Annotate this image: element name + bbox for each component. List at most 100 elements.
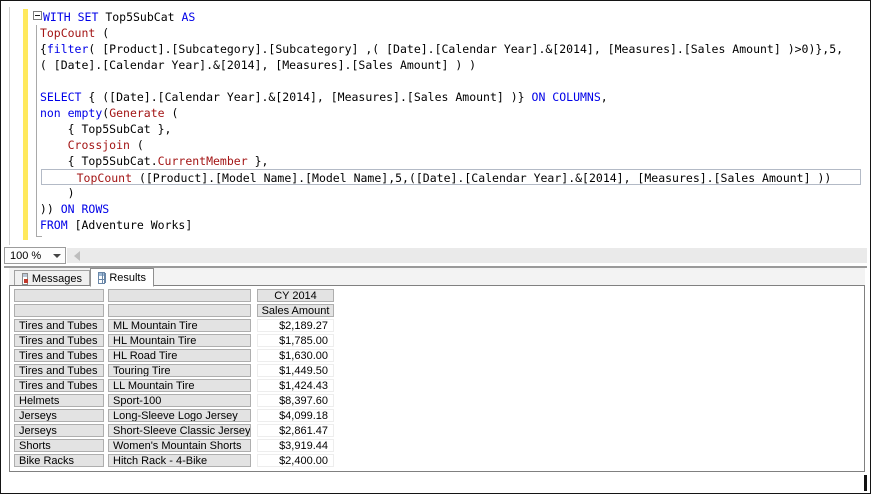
- grid-row-header-cell[interactable]: Bike Racks: [14, 454, 104, 467]
- code-line[interactable]: SELECT { ([Date].[Calendar Year].&[2014]…: [33, 89, 865, 105]
- grid-corner-cell[interactable]: [14, 304, 104, 317]
- grid-header-row: Sales Amount: [10, 304, 864, 319]
- grid-row-header-cell[interactable]: Tires and Tubes: [14, 364, 104, 377]
- horizontal-scrollbar[interactable]: [67, 248, 867, 263]
- grid-column-header[interactable]: CY 2014: [257, 289, 334, 302]
- code-token: (: [95, 26, 110, 40]
- fold-region-line-end: [36, 236, 42, 237]
- grid-row-header-cell[interactable]: Women's Mountain Shorts: [108, 439, 251, 452]
- code-line[interactable]: )) ON ROWS: [33, 201, 865, 217]
- grid-value-cell[interactable]: $2,861.47: [257, 424, 334, 437]
- grid-row-header-cell[interactable]: Tires and Tubes: [14, 379, 104, 392]
- grid-data-row: Bike Racks Hitch Rack - 4-Bike $2,400.00: [10, 454, 864, 469]
- grid-row-header-cell[interactable]: Tires and Tubes: [14, 334, 104, 347]
- grid-data-row: Jerseys Short-Sleeve Classic Jersey $2,861…: [10, 424, 864, 439]
- grid-row-header-cell[interactable]: Shorts: [14, 439, 104, 452]
- code-token: AS: [181, 10, 196, 24]
- grid-data-row: Helmets Sport-100 $8,397.60: [10, 394, 864, 409]
- grid-row-header-cell[interactable]: Sport-100: [108, 394, 251, 407]
- grid-row-header-cell[interactable]: Long-Sleeve Logo Jersey: [108, 409, 251, 422]
- grid-row-header-cell[interactable]: Jerseys: [14, 409, 104, 422]
- grid-value-cell[interactable]: $3,919.44: [257, 439, 334, 452]
- grid-value-cell[interactable]: $1,424.43: [257, 379, 334, 392]
- code-line[interactable]: ): [33, 185, 865, 201]
- grid-row-header-cell[interactable]: Touring Tire: [108, 364, 251, 377]
- code-token: { ([Date].[Calendar Year].&[2014], [Meas…: [81, 90, 532, 104]
- grid-row-header-cell[interactable]: Tires and Tubes: [14, 319, 104, 332]
- code-line[interactable]: [33, 73, 865, 89]
- code-token: { Top5SubCat },: [33, 122, 172, 136]
- tab-messages-label: Messages: [31, 273, 82, 285]
- mdx-editor[interactable]: WITH SET Top5SubCat AS TopCount ( {filte…: [9, 7, 867, 245]
- grid-data-row: Tires and Tubes ML Mountain Tire $2,189.27: [10, 319, 864, 334]
- code-token: ON ROWS: [60, 202, 110, 216]
- code-line[interactable]: WITH SET Top5SubCat AS: [33, 9, 865, 25]
- grid-row-header-cell[interactable]: Hitch Rack - 4-Bike: [108, 454, 251, 467]
- grid-value-cell[interactable]: $2,400.00: [257, 454, 334, 467]
- grid-value-cell[interactable]: $4,099.18: [257, 409, 334, 422]
- grid-corner-cell[interactable]: [108, 304, 251, 317]
- grid-corner-cell[interactable]: [108, 289, 251, 302]
- results-grid-icon: [98, 271, 106, 284]
- code-line[interactable]: { Top5SubCat },: [33, 121, 865, 137]
- fold-collapse-icon[interactable]: [33, 11, 42, 20]
- grid-row-header-cell[interactable]: HL Road Tire: [108, 349, 251, 362]
- code-area[interactable]: WITH SET Top5SubCat AS TopCount ( {filte…: [33, 9, 865, 233]
- grid-data-row: Tires and Tubes LL Mountain Tire $1,424.43: [10, 379, 864, 394]
- code-token: [Adventure Works]: [67, 218, 193, 232]
- code-token: { Top5SubCat.: [33, 154, 158, 168]
- grid-row-header-cell[interactable]: ML Mountain Tire: [108, 319, 251, 332]
- grid-value-cell[interactable]: $1,785.00: [257, 334, 334, 347]
- zoom-select[interactable]: 100 %: [4, 247, 66, 264]
- grid-row-header-cell[interactable]: HL Mountain Tire: [108, 334, 251, 347]
- code-line[interactable]: FROM [Adventure Works]: [33, 217, 865, 233]
- grid-row-header-cell[interactable]: Tires and Tubes: [14, 349, 104, 362]
- code-token: (: [164, 106, 179, 120]
- grid-corner-cell[interactable]: [14, 289, 104, 302]
- grid-value-cell[interactable]: $8,397.60: [257, 394, 334, 407]
- chevron-down-icon[interactable]: [53, 254, 61, 258]
- zoom-level: 100 %: [10, 250, 42, 262]
- resize-caret-mark: [864, 475, 867, 491]
- code-line-current[interactable]: TopCount ([Product].[Model Name].[Model …: [41, 169, 861, 185]
- grid-value-cell[interactable]: $2,189.27: [257, 319, 334, 332]
- code-line[interactable]: Crossjoin (: [33, 137, 865, 153]
- code-line[interactable]: {filter( [Product].[Subcategory].[Subcat…: [33, 41, 865, 57]
- results-grid: CY 2014 Sales Amount Tires and Tubes ML Mou…: [10, 289, 864, 469]
- grid-row-header-cell[interactable]: Jerseys: [14, 424, 104, 437]
- code-token: {: [33, 42, 47, 56]
- grid-data-row: Tires and Tubes HL Road Tire $1,630.00: [10, 349, 864, 364]
- scroll-left-icon[interactable]: [74, 251, 80, 261]
- code-line[interactable]: ( [Date].[Calendar Year].&[2014], [Measu…: [33, 57, 865, 73]
- messages-icon: [22, 273, 28, 285]
- grid-row-header-cell[interactable]: Short-Sleeve Classic Jersey: [108, 424, 251, 437]
- code-token: SELECT: [39, 90, 82, 104]
- code-token: ON COLUMNS: [531, 90, 601, 104]
- grid-data-row: Tires and Tubes Touring Tire $1,449.50: [10, 364, 864, 379]
- code-token: ([Product].[Model Name].[Model Name],5,(…: [132, 171, 832, 185]
- code-token: (: [129, 138, 144, 152]
- grid-data-row: Shorts Women's Mountain Shorts $3,919.44: [10, 439, 864, 454]
- code-token: non empty: [39, 106, 103, 120]
- code-token: ( [Product].[Subcategory].[Subcategory] …: [88, 42, 844, 56]
- tab-results-label: Results: [109, 271, 146, 284]
- code-token: ): [33, 186, 75, 200]
- code-line[interactable]: non empty(Generate (: [33, 105, 865, 121]
- grid-row-header-cell[interactable]: LL Mountain Tire: [108, 379, 251, 392]
- grid-row-header-cell[interactable]: Helmets: [14, 394, 104, 407]
- code-line[interactable]: { Top5SubCat.CurrentMember },: [33, 153, 865, 169]
- code-line[interactable]: TopCount (: [33, 25, 865, 41]
- tab-results[interactable]: Results: [90, 268, 154, 287]
- code-token: FROM: [39, 218, 68, 232]
- code-token: WITH SET: [43, 10, 99, 24]
- grid-data-row: Tires and Tubes HL Mountain Tire $1,785.00: [10, 334, 864, 349]
- grid-data-row: Jerseys Long-Sleeve Logo Jersey $4,099.18: [10, 409, 864, 424]
- grid-column-header[interactable]: Sales Amount: [257, 304, 334, 317]
- grid-value-cell[interactable]: $1,630.00: [257, 349, 334, 362]
- grid-value-cell[interactable]: $1,449.50: [257, 364, 334, 377]
